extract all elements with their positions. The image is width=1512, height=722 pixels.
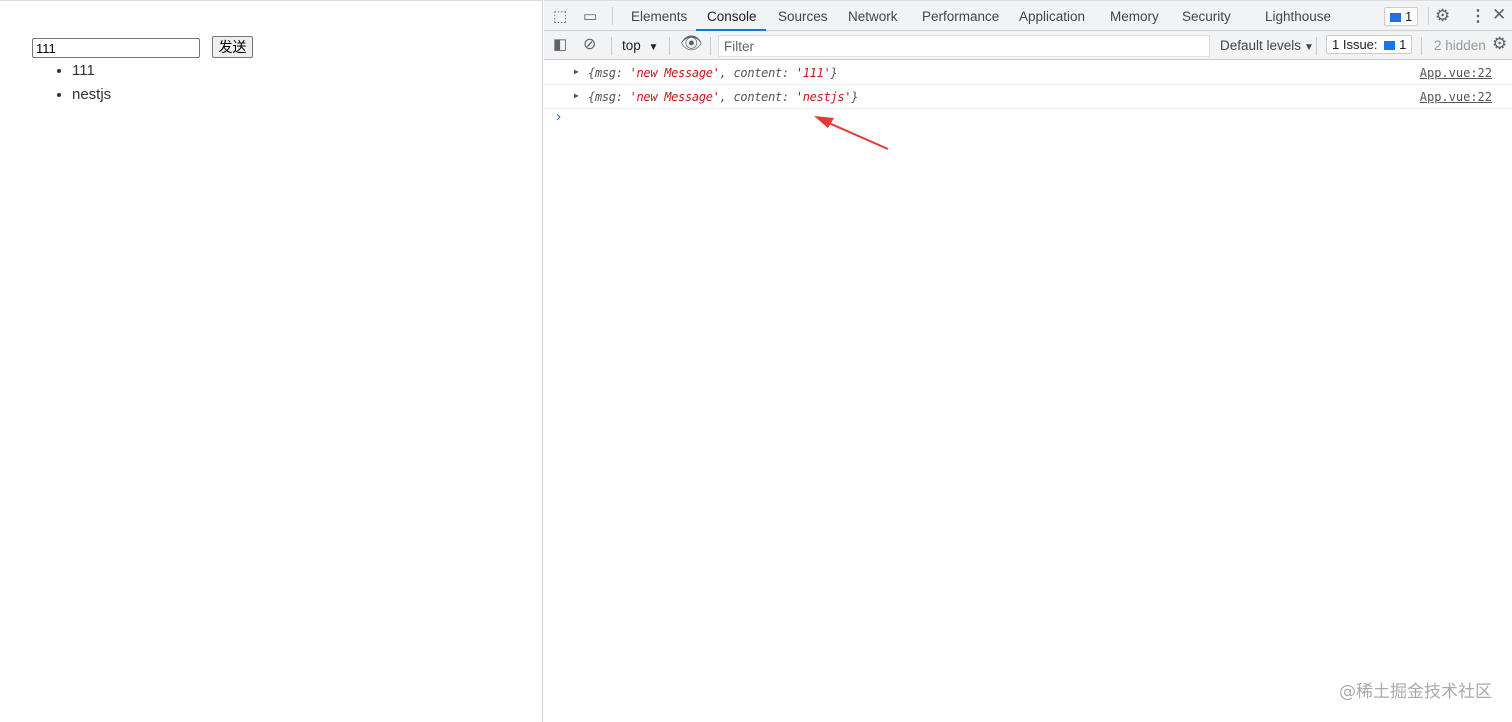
messages-badge[interactable]: 1	[1384, 7, 1419, 26]
tab-console[interactable]: Console	[707, 9, 757, 24]
web-page: 发送 111 nestjs	[0, 0, 543, 722]
issues-count: 1	[1399, 37, 1407, 52]
message-input[interactable]	[32, 38, 200, 58]
tab-security[interactable]: Security	[1182, 9, 1231, 24]
divider	[1428, 7, 1429, 25]
send-button[interactable]: 发送	[212, 36, 253, 58]
levels-label: Default levels	[1220, 38, 1302, 53]
log-object: {msg: 'new Message', content: 'nestjs'}	[588, 90, 859, 104]
source-link[interactable]: App.vue:22	[1420, 66, 1492, 80]
dropdown-arrow-icon: ▼	[1304, 42, 1314, 53]
tab-elements[interactable]: Elements	[631, 9, 687, 24]
devtools-panel: ⬚ ▭ Elements Console Sources Network Per…	[544, 0, 1512, 722]
watermark: @稀土掘金技术社区	[1339, 682, 1492, 702]
filter-input[interactable]: Filter	[718, 35, 1210, 57]
sidebar-toggle-icon[interactable]: ◧	[553, 35, 567, 53]
context-selector[interactable]: top ▼	[622, 38, 658, 53]
annotation-arrow	[814, 116, 889, 150]
settings-gear-icon[interactable]: ⚙	[1435, 6, 1450, 26]
console-log-row[interactable]: ▶ {msg: 'new Message', content: 'nestjs'…	[544, 85, 1512, 109]
list-item: nestjs	[72, 85, 111, 109]
tab-application[interactable]: Application	[1019, 9, 1085, 24]
arrow-head	[814, 116, 834, 128]
log-levels-dropdown[interactable]: Default levels ▼	[1220, 38, 1314, 53]
issue-icon	[1384, 41, 1396, 50]
console-toolbar: ◧ ⊘ top ▼ 👁 Filter Default levels ▼ 1 Iss…	[544, 31, 1512, 60]
list-item: 111	[72, 61, 111, 85]
more-options-icon[interactable]: ⋮	[1470, 6, 1486, 26]
source-link[interactable]: App.vue:22	[1420, 90, 1492, 104]
tab-lighthouse[interactable]: Lighthouse	[1265, 9, 1331, 24]
divider	[611, 37, 612, 55]
log-object: {msg: 'new Message', content: '111'}	[588, 66, 838, 80]
devtools-tabbar: ⬚ ▭ Elements Console Sources Network Per…	[544, 0, 1512, 31]
issues-button[interactable]: 1 Issue: 1	[1326, 35, 1413, 54]
console-settings-gear-icon[interactable]: ⚙	[1492, 34, 1507, 54]
divider	[612, 7, 613, 25]
context-label: top	[622, 38, 641, 53]
hidden-count: 2 hidden	[1434, 38, 1486, 53]
console-prompt[interactable]: ›	[556, 108, 561, 125]
tab-performance[interactable]: Performance	[922, 9, 999, 24]
tab-memory[interactable]: Memory	[1110, 9, 1159, 24]
live-expression-eye-icon[interactable]: 👁	[680, 33, 703, 54]
device-toolbar-icon[interactable]: ▭	[583, 7, 597, 25]
divider	[1421, 37, 1422, 55]
messages-count: 1	[1405, 9, 1413, 24]
message-list: 111 nestjs	[72, 61, 111, 109]
message-icon	[1390, 13, 1401, 22]
arrow-shaft	[821, 119, 889, 150]
dropdown-arrow-icon: ▼	[648, 42, 659, 53]
console-log-row[interactable]: ▶ {msg: 'new Message', content: '111'} A…	[544, 61, 1512, 85]
expand-triangle-icon[interactable]: ▶	[574, 67, 579, 76]
divider	[710, 37, 711, 55]
expand-triangle-icon[interactable]: ▶	[574, 91, 579, 100]
clear-console-icon[interactable]: ⊘	[583, 34, 596, 54]
issues-label: 1 Issue:	[1332, 37, 1378, 52]
close-icon[interactable]: ✕	[1492, 5, 1506, 25]
tab-sources[interactable]: Sources	[778, 9, 828, 24]
tab-network[interactable]: Network	[848, 9, 898, 24]
inspect-element-icon[interactable]: ⬚	[553, 7, 567, 25]
divider	[1316, 37, 1317, 55]
divider	[669, 37, 670, 55]
